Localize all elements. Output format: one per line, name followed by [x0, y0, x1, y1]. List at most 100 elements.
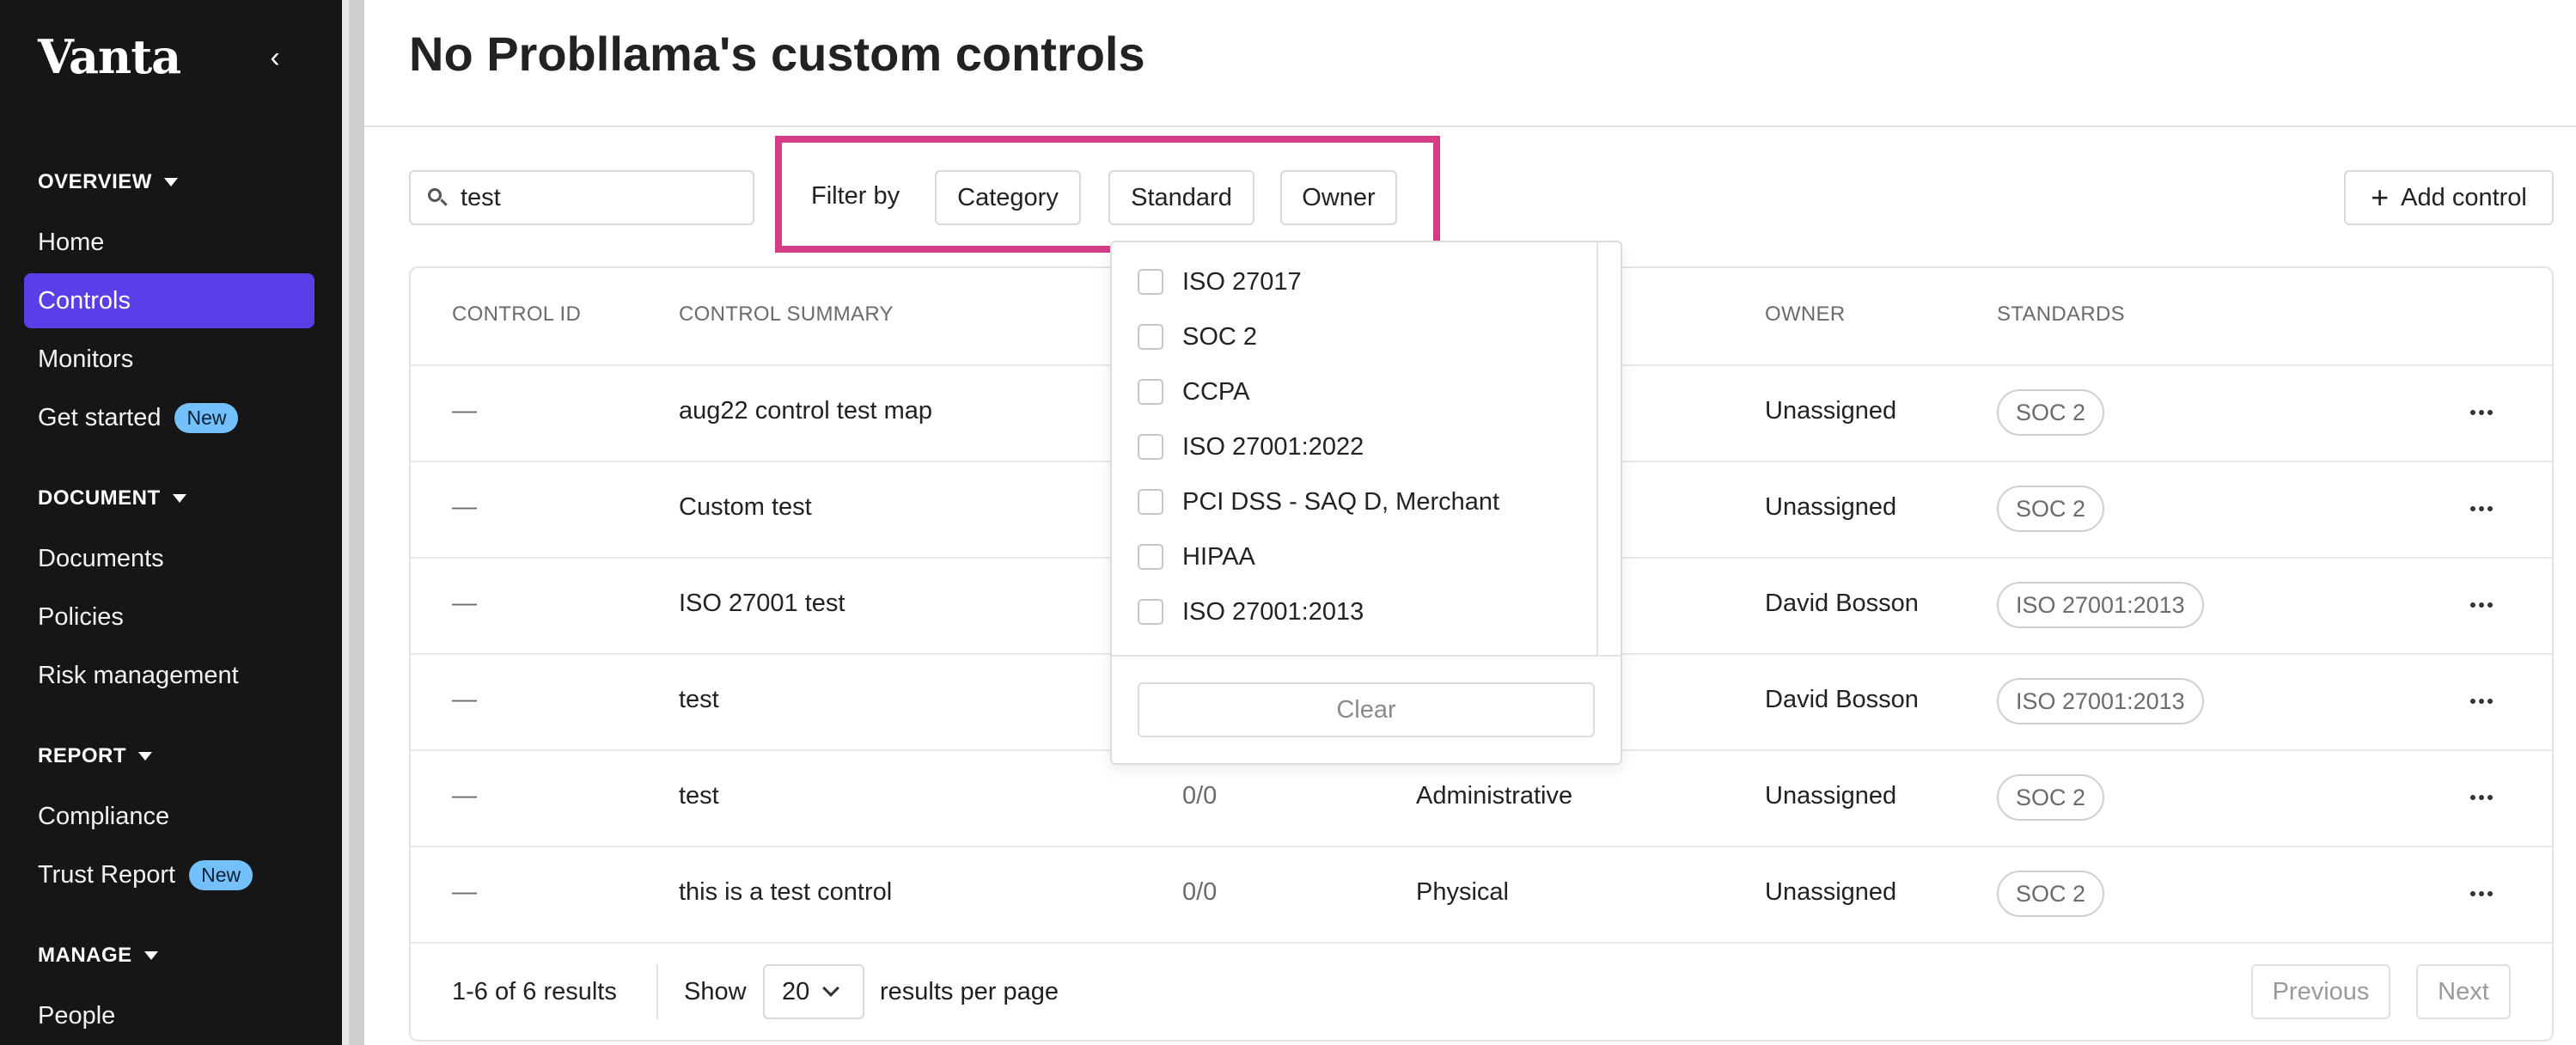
section-heading: OVERVIEW	[38, 170, 152, 193]
caret-down-icon	[172, 494, 186, 503]
search-input[interactable]	[459, 182, 734, 213]
checkbox[interactable]	[1138, 599, 1163, 625]
more-options-icon[interactable]	[2464, 395, 2499, 430]
category-filter-button[interactable]: Category	[935, 170, 1081, 225]
sidebar-item-compliance[interactable]: Compliance	[24, 789, 314, 844]
per-page-label: results per page	[880, 978, 1059, 1005]
standard-option[interactable]: ISO 27001:2022	[1138, 426, 1364, 468]
sidebar-item-get-started[interactable]: Get started New	[24, 390, 314, 445]
column-header-control-summary[interactable]: CONTROL SUMMARY	[679, 302, 894, 327]
dropdown-divider	[1112, 655, 1621, 657]
control-owner[interactable]: David Bosson	[1765, 590, 1919, 618]
column-header-standards[interactable]: STANDARDS	[1997, 302, 2125, 327]
standard-filter-button[interactable]: Standard	[1108, 170, 1254, 225]
per-page-select[interactable]: 20	[763, 964, 864, 1019]
control-id: —	[452, 590, 477, 617]
checkbox[interactable]	[1138, 269, 1163, 295]
dropdown-scrollbar[interactable]	[1596, 242, 1598, 655]
more-options-icon[interactable]	[2464, 588, 2499, 622]
section-overview[interactable]: OVERVIEW	[38, 170, 178, 194]
sidebar-item-label: Trust Report	[38, 860, 176, 889]
sidebar-item-label: Home	[38, 228, 105, 256]
per-page-value: 20	[782, 977, 810, 1005]
standard-option[interactable]: CCPA	[1138, 371, 1249, 412]
sidebar-item-home[interactable]: Home	[24, 215, 314, 270]
control-summary[interactable]: test	[679, 782, 719, 810]
control-id: —	[452, 782, 477, 810]
sidebar-item-people[interactable]: People	[24, 988, 314, 1043]
control-category: Administrative	[1416, 782, 1573, 810]
control-summary[interactable]: test	[679, 686, 719, 714]
chevron-down-icon	[822, 980, 840, 997]
next-button[interactable]: Next	[2416, 964, 2511, 1019]
section-document[interactable]: DOCUMENT	[38, 486, 186, 510]
sidebar-divider[interactable]	[342, 0, 364, 1045]
new-badge: New	[189, 859, 253, 890]
control-id: —	[452, 397, 477, 425]
standard-option[interactable]: SOC 2	[1138, 316, 1257, 358]
standard-tag: ISO 27001:2013	[1997, 678, 2204, 724]
add-control-button[interactable]: + Add control	[2344, 170, 2554, 225]
standard-option-label: PCI DSS - SAQ D, Merchant	[1182, 487, 1500, 516]
test-count: 0/0	[1182, 782, 1218, 810]
collapse-sidebar-icon[interactable]: ‹	[258, 34, 292, 81]
owner-filter-button[interactable]: Owner	[1280, 170, 1397, 225]
column-header-control-id[interactable]: CONTROL ID	[452, 302, 581, 327]
control-owner[interactable]: Unassigned	[1765, 878, 1896, 907]
control-owner[interactable]: David Bosson	[1765, 686, 1919, 714]
checkbox[interactable]	[1138, 544, 1163, 570]
search-box[interactable]	[409, 170, 754, 225]
section-manage[interactable]: MANAGE	[38, 944, 158, 968]
more-options-icon[interactable]	[2464, 877, 2499, 911]
footer-separator	[656, 964, 658, 1019]
section-report[interactable]: REPORT	[38, 744, 153, 768]
standard-option[interactable]: HIPAA	[1138, 536, 1255, 578]
more-options-icon[interactable]	[2464, 492, 2499, 526]
previous-button[interactable]: Previous	[2251, 964, 2390, 1019]
checkbox[interactable]	[1138, 434, 1163, 460]
standard-tag: SOC 2	[1997, 486, 2105, 532]
results-count: 1-6 of 6 results	[452, 978, 617, 1006]
clear-button[interactable]: Clear	[1138, 682, 1595, 737]
control-summary[interactable]: Custom test	[679, 493, 812, 522]
sidebar-item-label: Policies	[38, 602, 124, 631]
sidebar-item-risk-management[interactable]: Risk management	[24, 648, 314, 703]
results-total: 6	[522, 978, 537, 1005]
sidebar-item-label: Get started	[38, 403, 162, 431]
sidebar: Vanta ‹ OVERVIEW Home Controls Monitors …	[0, 0, 342, 1045]
show-label: Show	[684, 978, 747, 1005]
table-footer-divider	[411, 942, 2552, 944]
standard-option-label: HIPAA	[1182, 542, 1255, 571]
add-control-label: Add control	[2401, 183, 2527, 211]
test-count: 0/0	[1182, 878, 1218, 906]
checkbox[interactable]	[1138, 324, 1163, 350]
sidebar-item-monitors[interactable]: Monitors	[24, 332, 314, 387]
column-header-owner[interactable]: OWNER	[1765, 302, 1846, 327]
control-owner[interactable]: Unassigned	[1765, 782, 1896, 810]
vanta-logo[interactable]: Vanta	[38, 29, 181, 84]
sidebar-item-label: Risk management	[38, 661, 239, 689]
sidebar-item-documents[interactable]: Documents	[24, 531, 314, 586]
standard-option[interactable]: PCI DSS - SAQ D, Merchant	[1138, 481, 1499, 522]
results-of: of	[494, 978, 516, 1005]
sidebar-item-controls[interactable]: Controls	[24, 273, 314, 328]
control-owner[interactable]: Unassigned	[1765, 397, 1896, 425]
control-owner[interactable]: Unassigned	[1765, 493, 1896, 522]
standard-tag: SOC 2	[1997, 389, 2105, 436]
control-summary[interactable]: aug22 control test map	[679, 397, 932, 425]
standard-option[interactable]: ISO 27017	[1138, 261, 1302, 302]
control-summary[interactable]: this is a test control	[679, 878, 892, 907]
plus-icon: +	[2371, 180, 2390, 215]
search-icon	[428, 188, 448, 207]
more-options-icon[interactable]	[2464, 780, 2499, 815]
more-options-icon[interactable]	[2464, 684, 2499, 718]
sidebar-item-policies[interactable]: Policies	[24, 590, 314, 645]
checkbox[interactable]	[1138, 489, 1163, 515]
sidebar-item-label: People	[38, 1001, 116, 1030]
sidebar-item-trust-report[interactable]: Trust Report New	[24, 847, 314, 902]
filter-label: Filter by	[811, 182, 900, 210]
checkbox[interactable]	[1138, 379, 1163, 405]
control-summary[interactable]: ISO 27001 test	[679, 590, 845, 618]
standard-option[interactable]: ISO 27001:2013	[1138, 591, 1364, 632]
sidebar-item-label: Compliance	[38, 802, 170, 830]
